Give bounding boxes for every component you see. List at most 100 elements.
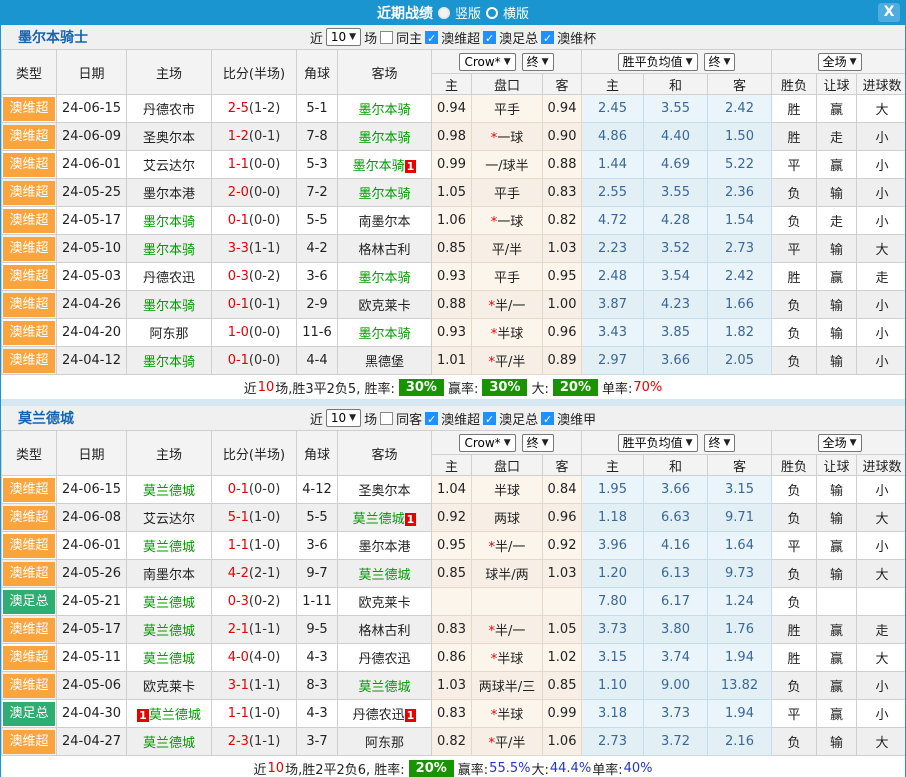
handicap-text: 平/半 (495, 355, 525, 370)
fulltime-score: 4-2 (228, 566, 249, 581)
league-checkbox-3[interactable]: ✓ (541, 412, 554, 425)
halftime-score: (0-1) (249, 297, 280, 312)
bookmaker-select[interactable]: Crow*▼ (459, 434, 515, 452)
chevron-down-icon: ▼ (724, 438, 731, 448)
result-wdl-cell: 负 (772, 588, 817, 616)
scope-select[interactable]: 全场▼ (818, 53, 862, 71)
result-goals-cell: 小 (857, 532, 906, 560)
summary-text: 赢率: (448, 378, 478, 397)
match-count-select[interactable]: 10▼ (326, 409, 361, 427)
odds-home-cell: 0.83 (432, 616, 472, 644)
halftime-score: (1-1) (249, 678, 280, 693)
odds-home-cell: 1.01 (432, 347, 472, 375)
date-cell: 24-06-01 (57, 532, 127, 560)
date-cell: 24-05-10 (57, 235, 127, 263)
odds-away-cell: 1.05 (543, 616, 582, 644)
chevron-down-icon: ▼ (542, 57, 549, 67)
matches-label: 场 (364, 28, 377, 47)
avg-away-cell: 1.54 (708, 207, 772, 235)
handicap-text: 一球 (497, 131, 523, 146)
corner-cell: 4-12 (297, 476, 338, 504)
fulltime-score: 0-3 (228, 269, 249, 284)
avg-type-select[interactable]: 胜平负均值▼ (618, 434, 698, 452)
col-corner: 角球 (297, 50, 338, 95)
summary-text: 近 (244, 378, 257, 397)
home-team-cell: 墨尔本骑 (127, 235, 212, 263)
league-checkbox-1[interactable]: ✓ (425, 412, 438, 425)
avg-home-cell: 1.20 (582, 560, 644, 588)
odds-away-cell: 0.96 (543, 504, 582, 532)
league-cell: 澳维超 (2, 179, 57, 207)
result-goals-cell: 小 (857, 476, 906, 504)
avg-away-cell: 1.76 (708, 616, 772, 644)
layout-horizontal-label[interactable]: 横版 (503, 3, 529, 22)
scope-select[interactable]: 全场▼ (818, 434, 862, 452)
match-count-select[interactable]: 10▼ (326, 28, 361, 46)
league-tag: 澳维超 (3, 349, 55, 373)
league-checkbox-2[interactable]: ✓ (483, 31, 496, 44)
halftime-score: (0-0) (249, 482, 280, 497)
league-tag: 澳足总 (3, 702, 55, 726)
odds-home-cell: 1.05 (432, 179, 472, 207)
col-odds-home: 主 (432, 74, 472, 95)
result-wdl-cell: 负 (772, 672, 817, 700)
match-row: 澳维超24-05-17莫兰德城2-1(1-1)9-5格林古利0.83*半/一1.… (2, 616, 906, 644)
corner-cell: 5-3 (297, 151, 338, 179)
same-away-checkbox[interactable] (380, 412, 393, 425)
league-cell: 澳维超 (2, 728, 57, 756)
home-team-cell: 莫兰德城 (127, 644, 212, 672)
result-goals-cell (857, 588, 906, 616)
fulltime-score: 2-5 (228, 101, 249, 116)
fulltime-score: 1-0 (228, 325, 249, 340)
away-team-cell: 墨尔本骑 (338, 319, 432, 347)
handicap-cell: *一球 (472, 123, 543, 151)
avg-stage-select[interactable]: 终▼ (704, 434, 736, 452)
away-team-name: 墨尔本港 (358, 540, 410, 555)
col-odds-away: 客 (543, 455, 582, 476)
result-goals-cell: 小 (857, 123, 906, 151)
league-checkbox-3[interactable]: ✓ (541, 31, 554, 44)
avg-stage-select[interactable]: 终▼ (704, 53, 736, 71)
layout-vertical-label[interactable]: 竖版 (455, 3, 481, 22)
corner-cell: 4-3 (297, 700, 338, 728)
corner-cell: 11-6 (297, 319, 338, 347)
score-cell: 0-1(0-0) (212, 207, 297, 235)
close-button[interactable]: X (878, 3, 900, 22)
away-team-name: 墨尔本骑 (358, 103, 410, 118)
date-cell: 24-05-17 (57, 207, 127, 235)
avg-type-select[interactable]: 胜平负均值▼ (618, 53, 698, 71)
league-label-3: 澳维甲 (557, 409, 596, 428)
avg-home-cell: 7.80 (582, 588, 644, 616)
score-cell: 2-0(0-0) (212, 179, 297, 207)
score-cell: 0-3(0-2) (212, 263, 297, 291)
result-wdl-cell: 负 (772, 319, 817, 347)
fulltime-score: 0-3 (228, 594, 249, 609)
result-handicap-cell: 输 (817, 235, 857, 263)
odds-home-cell: 1.06 (432, 207, 472, 235)
date-cell: 24-05-06 (57, 672, 127, 700)
odds-stage-select[interactable]: 终▼ (522, 53, 554, 71)
odds-stage-select[interactable]: 终▼ (522, 434, 554, 452)
result-wdl-cell: 负 (772, 560, 817, 588)
layout-horizontal-radio[interactable] (486, 7, 498, 19)
league-checkbox-2[interactable]: ✓ (483, 412, 496, 425)
avg-home-cell: 3.96 (582, 532, 644, 560)
layout-vertical-radio[interactable] (438, 7, 450, 19)
halftime-score: (2-1) (249, 566, 280, 581)
league-checkbox-1[interactable]: ✓ (425, 31, 438, 44)
col-away: 客场 (338, 431, 432, 476)
match-row: 澳维超24-06-01莫兰德城1-1(1-0)3-6墨尔本港0.95*半/一0.… (2, 532, 906, 560)
league-cell: 澳维超 (2, 207, 57, 235)
result-handicap-cell: 输 (817, 728, 857, 756)
bookmaker-select[interactable]: Crow*▼ (459, 53, 515, 71)
corner-cell: 4-2 (297, 235, 338, 263)
same-home-checkbox[interactable] (380, 31, 393, 44)
handicap-cell: *半球 (472, 700, 543, 728)
odds-home-cell: 0.94 (432, 95, 472, 123)
chevron-down-icon: ▼ (504, 438, 511, 448)
avg-away-cell: 13.82 (708, 672, 772, 700)
corner-cell: 3-6 (297, 263, 338, 291)
chevron-down-icon: ▼ (724, 57, 731, 67)
home-team-cell: 欧克莱卡 (127, 672, 212, 700)
avg-draw-cell: 6.17 (644, 588, 708, 616)
